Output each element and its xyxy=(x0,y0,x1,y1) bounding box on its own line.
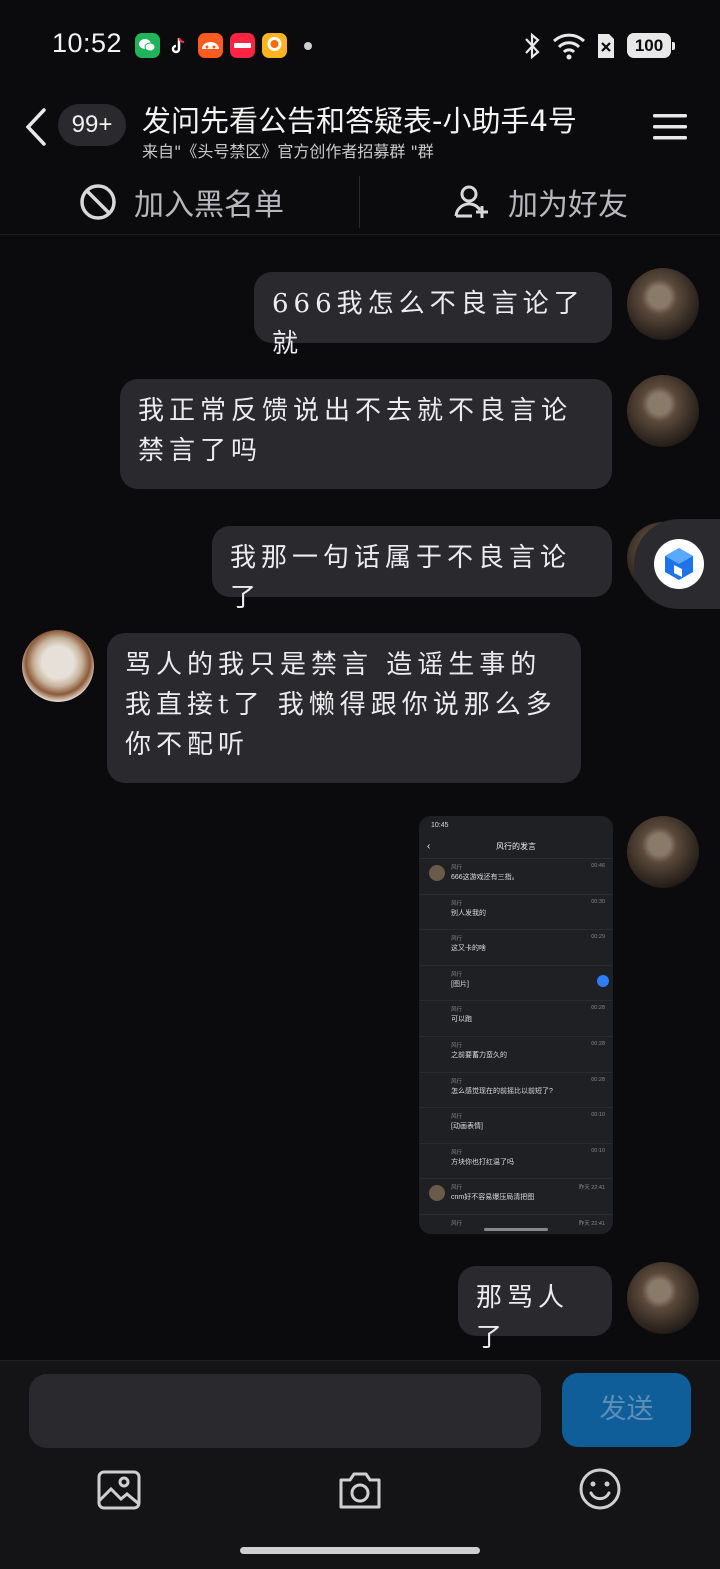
no-sim-icon xyxy=(598,34,614,58)
shot-row: 风行 之前要蓄力蛮久的 00:28 xyxy=(419,1037,613,1073)
block-icon xyxy=(80,184,116,220)
floating-assistant-button[interactable] xyxy=(634,519,720,609)
my-avatar[interactable] xyxy=(627,816,699,888)
send-button[interactable]: 发送 xyxy=(562,1373,691,1447)
status-bar: 10:52 100 xyxy=(0,0,720,92)
more-notifications-dot xyxy=(304,42,312,50)
add-friend-label: 加为好友 xyxy=(508,188,628,223)
shot-row: 风行 怎么感觉现在的前摇比以前短了? 00:28 xyxy=(419,1073,613,1109)
shot-row: 风行 666这游戏还有三指。 00:46 xyxy=(419,859,613,895)
camera-icon[interactable] xyxy=(337,1469,383,1511)
composer: 发送 xyxy=(0,1360,720,1569)
shot-row: 风行 cnm好不容易爆压局清把图 昨天 22:41 xyxy=(419,1179,613,1215)
contact-actions: 加入黑名单 加为好友 xyxy=(0,170,720,235)
my-avatar[interactable] xyxy=(627,268,699,340)
wifi-icon xyxy=(552,33,586,60)
message-list[interactable]: 666我怎么不良言论了就 我正常反馈说出不去就不良言论禁言了吗 我那一句话属于不… xyxy=(0,234,720,1360)
menu-icon[interactable] xyxy=(653,112,687,142)
orange-app-icon xyxy=(198,33,223,58)
assistant-cube-icon xyxy=(654,539,704,589)
bluetooth-icon xyxy=(525,32,540,60)
status-time: 10:52 xyxy=(52,28,123,58)
sender-avatar[interactable] xyxy=(22,630,94,702)
back-arrow-icon[interactable] xyxy=(22,106,52,148)
chat-header: 99+ 发问先看公告和答疑表-小助手4号 来自"《头号禁区》官方创作者招募群 "… xyxy=(0,92,720,170)
shot-title: ‹ 风行的发言 xyxy=(419,836,613,859)
shot-row: 风行 可以跑 00:28 xyxy=(419,1001,613,1037)
shot-row: 风行 昨天 22:41 xyxy=(451,1220,605,1227)
block-button[interactable]: 加入黑名单 xyxy=(78,170,284,234)
chat-subtitle: 来自"《头号禁区》官方创作者招募群 "群 xyxy=(142,142,434,161)
actions-divider xyxy=(359,176,360,228)
shot-row: 风行 别人发我的 00:30 xyxy=(419,895,613,931)
home-indicator[interactable] xyxy=(240,1547,480,1554)
image-picker-icon[interactable] xyxy=(96,1469,142,1511)
message-bubble[interactable]: 骂人的我只是禁言 造谣生事的我直接t了 我懒得跟你说那么多 你不配听 xyxy=(107,633,581,783)
shot-row: 风行 [图片] xyxy=(419,966,613,1002)
add-friend-button[interactable]: 加为好友 xyxy=(452,170,628,234)
message-bubble[interactable]: 666我怎么不良言论了就 xyxy=(254,272,612,359)
wechat-icon xyxy=(135,33,160,58)
yellow-app-icon xyxy=(262,33,287,58)
message-bubble[interactable]: 我那一句话属于不良言论了 xyxy=(212,526,612,613)
image-message[interactable]: 10:45 ‹ 风行的发言 风行 666这游戏还有三指。 00:46 风行 别人发我的… xyxy=(419,816,613,1234)
message-bubble[interactable]: 我正常反馈说出不去就不良言论禁言了吗 xyxy=(120,379,612,489)
message-input[interactable] xyxy=(29,1374,541,1448)
unread-count-badge[interactable]: 99+ xyxy=(58,104,126,146)
add-friend-icon xyxy=(454,185,488,218)
tiktok-icon xyxy=(166,33,191,58)
shot-row: 风行 [动画表情] 00:10 xyxy=(419,1108,613,1144)
shot-row: 风行 方块你也打红温了吗 00:10 xyxy=(419,1144,613,1180)
battery-indicator: 100 xyxy=(627,33,675,58)
chat-title: 发问先看公告和答疑表-小助手4号 xyxy=(142,104,577,138)
shot-status-time: 10:45 xyxy=(431,822,449,829)
block-label: 加入黑名单 xyxy=(134,188,284,223)
emoji-icon[interactable] xyxy=(578,1467,622,1511)
shot-row: 风行 这又卡的啥 00:29 xyxy=(419,930,613,966)
my-avatar[interactable] xyxy=(627,375,699,447)
message-bubble[interactable]: 那骂人了 xyxy=(458,1266,612,1353)
xiaohongshu-icon xyxy=(230,33,255,58)
my-avatar[interactable] xyxy=(627,1262,699,1334)
shot-home-bar xyxy=(484,1228,548,1231)
